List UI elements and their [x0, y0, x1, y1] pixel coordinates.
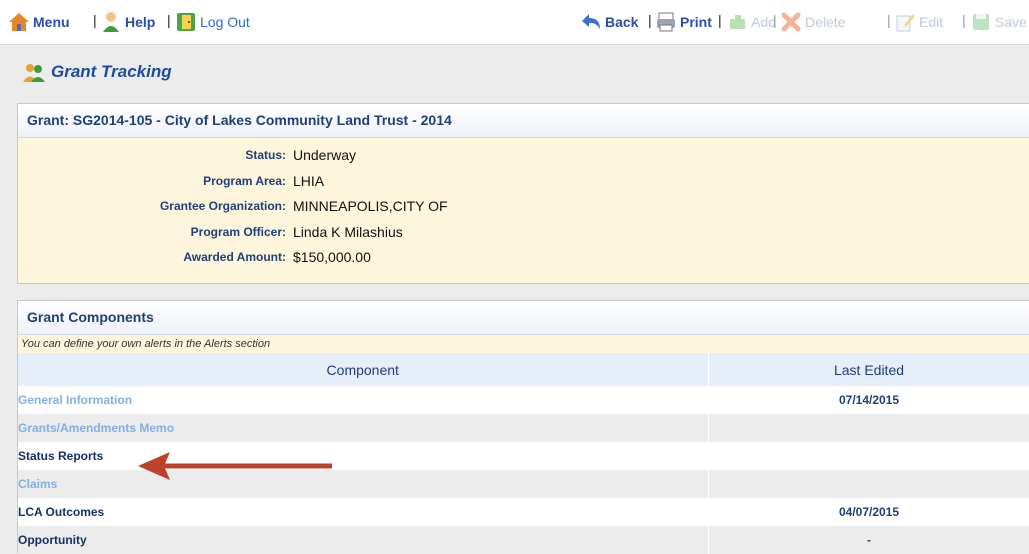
- last-edited-cell: 04/07/2015: [708, 498, 1029, 526]
- component-link-lca-outcomes[interactable]: LCA Outcomes: [18, 498, 709, 526]
- component-name[interactable]: Grants/Amendments Memo: [18, 421, 174, 435]
- components-heading: Grant Components: [18, 301, 1029, 335]
- logout-button[interactable]: Log Out: [175, 10, 250, 34]
- save-label: Save: [995, 14, 1027, 30]
- page-title: Grant Tracking: [22, 58, 172, 86]
- annotation-arrow-icon: [138, 452, 332, 480]
- field-value: Underway: [293, 147, 357, 163]
- logout-door-icon: [177, 13, 195, 31]
- field-label: Status:: [245, 148, 286, 162]
- back-button[interactable]: Back: [580, 10, 638, 34]
- last-edited-cell: 07/14/2015: [708, 386, 1029, 414]
- field-value: $150,000.00: [293, 249, 371, 266]
- toolbar-separator: |: [718, 12, 722, 28]
- component-name[interactable]: Status Reports: [18, 449, 103, 463]
- component-name[interactable]: LCA Outcomes: [18, 505, 104, 519]
- add-button[interactable]: Add: [726, 10, 776, 34]
- house-icon: [9, 13, 29, 31]
- menu-button[interactable]: Menu: [8, 10, 70, 34]
- component-name[interactable]: Opportunity: [18, 533, 87, 547]
- delete-x-icon: [781, 12, 801, 32]
- table-row: General Information 07/14/2015: [18, 386, 1029, 414]
- column-header-component[interactable]: Component: [18, 353, 709, 386]
- edit-pencil-icon: [896, 14, 915, 32]
- last-edited-cell: [708, 442, 1029, 470]
- component-link-grants-amendments-memo[interactable]: Grants/Amendments Memo: [18, 414, 709, 442]
- toolbar-separator: |: [773, 12, 777, 28]
- alerts-hint: You can define your own alerts in the Al…: [18, 335, 1029, 353]
- logout-label: Log Out: [200, 14, 250, 30]
- add-puzzle-icon: [730, 15, 745, 29]
- last-edited-cell: [708, 414, 1029, 442]
- table-row: LCA Outcomes 04/07/2015: [18, 498, 1029, 526]
- help-label: Help: [125, 14, 156, 30]
- grant-summary-panel: Grant: SG2014-105 - City of Lakes Commun…: [17, 103, 1029, 284]
- delete-label: Delete: [805, 14, 846, 30]
- help-button[interactable]: Help: [100, 10, 155, 34]
- component-link-claims[interactable]: Claims: [18, 470, 709, 498]
- field-program-area: Program Area: LHIA: [18, 169, 1029, 195]
- last-edited-cell: -: [708, 526, 1029, 554]
- field-label: Program Area:: [203, 173, 286, 188]
- toolbar-separator: |: [962, 12, 966, 28]
- last-edited-cell: [708, 470, 1029, 498]
- back-label: Back: [605, 14, 639, 30]
- field-label: Awarded Amount:: [183, 250, 286, 265]
- print-button[interactable]: Print: [655, 10, 712, 34]
- menu-label: Menu: [33, 14, 70, 30]
- field-value: MINNEAPOLIS,CITY OF: [293, 198, 448, 215]
- grant-heading: Grant: SG2014-105 - City of Lakes Commun…: [18, 104, 1029, 138]
- page-title-text: Grant Tracking: [51, 62, 172, 81]
- top-toolbar: Menu | Help | Log Out Back | Print | Add…: [0, 0, 1029, 45]
- printer-icon: [657, 12, 675, 32]
- grant-people-icon: [23, 64, 45, 82]
- save-disk-icon: [973, 14, 989, 30]
- print-label: Print: [680, 14, 712, 30]
- component-name[interactable]: Claims: [18, 477, 57, 491]
- column-header-last-edited[interactable]: Last Edited: [708, 353, 1029, 386]
- field-label: Grantee Organization:: [159, 199, 286, 214]
- component-link-status-reports[interactable]: Status Reports: [18, 442, 709, 470]
- field-value: Linda K Milashius: [293, 223, 403, 240]
- grant-fields: Status: Underway Program Area: LHIA Gran…: [18, 138, 1029, 271]
- grant-components-panel: Grant Components You can define your own…: [17, 300, 1029, 554]
- table-row: Opportunity -: [18, 526, 1029, 554]
- edit-button[interactable]: Edit: [894, 10, 943, 34]
- delete-button[interactable]: Delete: [780, 10, 845, 34]
- field-value: LHIA: [293, 172, 325, 189]
- field-label: Program Officer:: [190, 224, 286, 239]
- toolbar-separator: |: [93, 12, 97, 28]
- field-program-officer: Program Officer: Linda K Milashius: [18, 220, 1029, 246]
- toolbar-separator: |: [887, 12, 891, 28]
- edit-label: Edit: [919, 14, 944, 30]
- component-name[interactable]: General Information: [18, 393, 132, 407]
- field-grantee-organization: Grantee Organization: MINNEAPOLIS,CITY O…: [18, 194, 1029, 220]
- component-link-general-information[interactable]: General Information: [18, 386, 709, 414]
- field-status: Status: Underway: [18, 143, 1029, 169]
- back-arrow-icon: [582, 14, 600, 29]
- field-awarded-amount: Awarded Amount: $150,000.00: [18, 245, 1029, 271]
- table-header-row: Component Last Edited: [18, 353, 1029, 386]
- toolbar-separator: |: [167, 12, 171, 28]
- toolbar-separator: |: [648, 12, 652, 28]
- help-person-icon: [103, 12, 119, 32]
- table-row: Grants/Amendments Memo: [18, 414, 1029, 442]
- component-link-opportunity[interactable]: Opportunity: [18, 526, 709, 554]
- save-button[interactable]: Save: [970, 10, 1027, 34]
